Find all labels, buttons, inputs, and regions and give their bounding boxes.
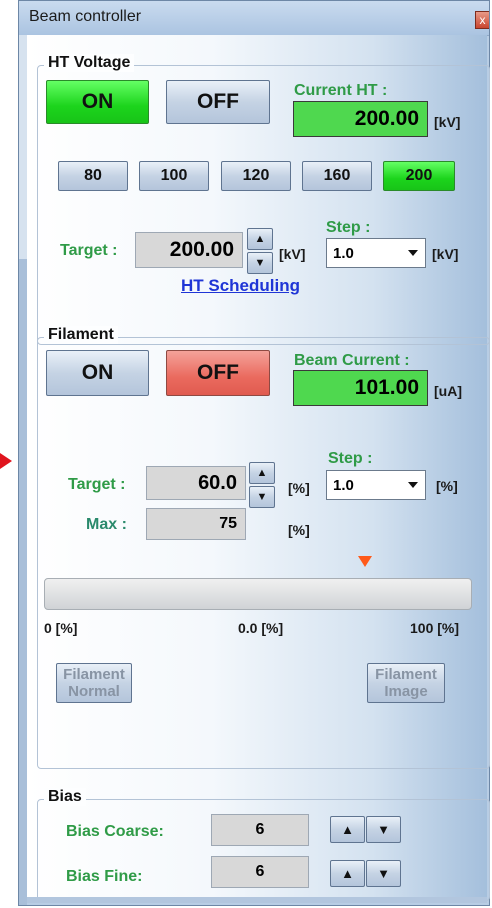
filament-off-label: OFF — [197, 361, 239, 384]
filament-max-field: 75 — [146, 508, 246, 540]
ht-preset-160-button[interactable]: 160 — [302, 161, 372, 191]
ht-scheduling-link[interactable]: HT Scheduling — [181, 276, 300, 296]
progress-min-label: 0 [%] — [44, 620, 78, 636]
bias-fine-label: Bias Fine: — [66, 868, 143, 885]
bias-coarse-label: Bias Coarse: — [66, 823, 164, 840]
filament-max-marker-icon — [358, 556, 372, 567]
ht-preset-120-label: 120 — [242, 167, 270, 184]
up-arrow-icon: ▲ — [341, 822, 354, 837]
close-button[interactable]: x — [475, 11, 489, 29]
ht-target-field[interactable]: 200.00 — [135, 232, 243, 268]
title-bar: Beam controller x — [19, 1, 489, 36]
filament-step-unit: [%] — [436, 478, 458, 494]
filament-step-select[interactable]: 1.0 — [326, 470, 426, 500]
beam-current-readout: 101.00 — [293, 370, 428, 406]
filament-target-down-button[interactable]: ▼ — [249, 486, 275, 508]
bias-group: Bias Bias Coarse: 6 ▲ ▼ Bias Fine: 6 ▲ ▼ — [37, 788, 490, 901]
filament-image-label: Filament Image — [375, 666, 437, 700]
ht-target-value: 200.00 — [169, 238, 234, 261]
progress-max-label: 100 [%] — [410, 620, 460, 636]
ht-target-unit: [kV] — [279, 246, 306, 262]
progress-mid-label: 0.0 [%] — [238, 620, 284, 636]
filament-normal-button[interactable]: Filament Normal — [56, 663, 132, 703]
bias-coarse-down-button[interactable]: ▼ — [366, 816, 401, 843]
close-icon: x — [479, 13, 486, 27]
ht-target-down-button[interactable]: ▼ — [247, 252, 273, 274]
chevron-down-icon — [408, 482, 418, 488]
bias-coarse-up-button[interactable]: ▲ — [330, 816, 365, 843]
indicator-arrow-icon — [0, 453, 12, 469]
current-ht-value: 200.00 — [354, 107, 419, 130]
bias-coarse-field: 6 — [211, 814, 309, 846]
ht-target-up-button[interactable]: ▲ — [247, 228, 273, 250]
down-arrow-icon: ▼ — [256, 491, 268, 503]
filament-max-value: 75 — [219, 515, 237, 532]
filament-normal-label: Filament Normal — [63, 666, 125, 700]
ht-on-label: ON — [81, 90, 114, 113]
filament-target-up-button[interactable]: ▲ — [249, 462, 275, 484]
up-arrow-icon: ▲ — [341, 866, 354, 881]
filament-title: Filament — [44, 326, 118, 344]
ht-preset-200-button[interactable]: 200 — [383, 161, 455, 191]
filament-step-value: 1.0 — [333, 476, 354, 494]
filament-progress-bar — [44, 578, 472, 610]
beam-current-unit: [uA] — [434, 383, 462, 399]
ht-step-label: Step : — [326, 219, 371, 236]
bias-coarse-value: 6 — [255, 821, 265, 838]
filament-max-unit: [%] — [288, 522, 310, 538]
bias-fine-value: 6 — [255, 863, 265, 880]
ht-target-label: Target : — [60, 242, 118, 259]
bias-fine-field: 6 — [211, 856, 309, 888]
ht-step-select[interactable]: 1.0 — [326, 238, 426, 268]
ht-preset-120-button[interactable]: 120 — [221, 161, 291, 191]
ht-step-value: 1.0 — [333, 244, 354, 262]
down-arrow-icon: ▼ — [377, 822, 390, 837]
ht-preset-160-label: 160 — [323, 167, 351, 184]
ht-off-button[interactable]: OFF — [166, 80, 270, 124]
up-arrow-icon: ▲ — [254, 233, 266, 245]
up-arrow-icon: ▲ — [256, 467, 268, 479]
ht-preset-100-button[interactable]: 100 — [139, 161, 209, 191]
current-ht-readout: 200.00 — [293, 101, 428, 137]
ht-on-button[interactable]: ON — [46, 80, 149, 124]
filament-on-label: ON — [81, 361, 114, 384]
ht-off-label: OFF — [197, 90, 239, 113]
filament-target-label: Target : — [68, 476, 126, 493]
beam-controller-window: Beam controller x HT Voltage ON OFF Curr… — [18, 0, 490, 906]
content-panel: HT Voltage ON OFF Current HT : 200.00 [k… — [27, 35, 490, 903]
status-strip — [27, 897, 487, 903]
filament-target-field[interactable]: 60.0 — [146, 466, 246, 500]
filament-max-label: Max : — [86, 516, 127, 533]
filament-target-value: 60.0 — [198, 471, 237, 494]
filament-group: Filament ON OFF Beam Current : 101.00 [u… — [37, 326, 490, 769]
down-arrow-icon: ▼ — [377, 866, 390, 881]
ht-preset-80-label: 80 — [84, 167, 102, 184]
ht-step-unit: [kV] — [432, 246, 459, 262]
filament-on-button[interactable]: ON — [46, 350, 149, 396]
bias-fine-up-button[interactable]: ▲ — [330, 860, 365, 887]
scrollbar-thumb[interactable] — [19, 35, 27, 259]
down-arrow-icon: ▼ — [254, 257, 266, 269]
current-ht-label: Current HT : — [294, 82, 388, 99]
bias-fine-down-button[interactable]: ▼ — [366, 860, 401, 887]
current-ht-unit: [kV] — [434, 114, 461, 130]
beam-current-value: 101.00 — [354, 376, 419, 399]
filament-step-label: Step : — [328, 450, 373, 467]
ht-preset-100-label: 100 — [160, 167, 188, 184]
bias-title: Bias — [44, 788, 86, 806]
ht-preset-80-button[interactable]: 80 — [58, 161, 128, 191]
ht-preset-200-label: 200 — [405, 167, 433, 184]
ht-voltage-group: HT Voltage ON OFF Current HT : 200.00 [k… — [37, 54, 490, 345]
filament-image-button[interactable]: Filament Image — [367, 663, 445, 703]
chevron-down-icon — [408, 250, 418, 256]
beam-current-label: Beam Current : — [294, 352, 410, 369]
window-title: Beam controller — [29, 8, 142, 25]
filament-target-unit: [%] — [288, 480, 310, 496]
filament-off-button[interactable]: OFF — [166, 350, 270, 396]
ht-voltage-title: HT Voltage — [44, 54, 135, 72]
